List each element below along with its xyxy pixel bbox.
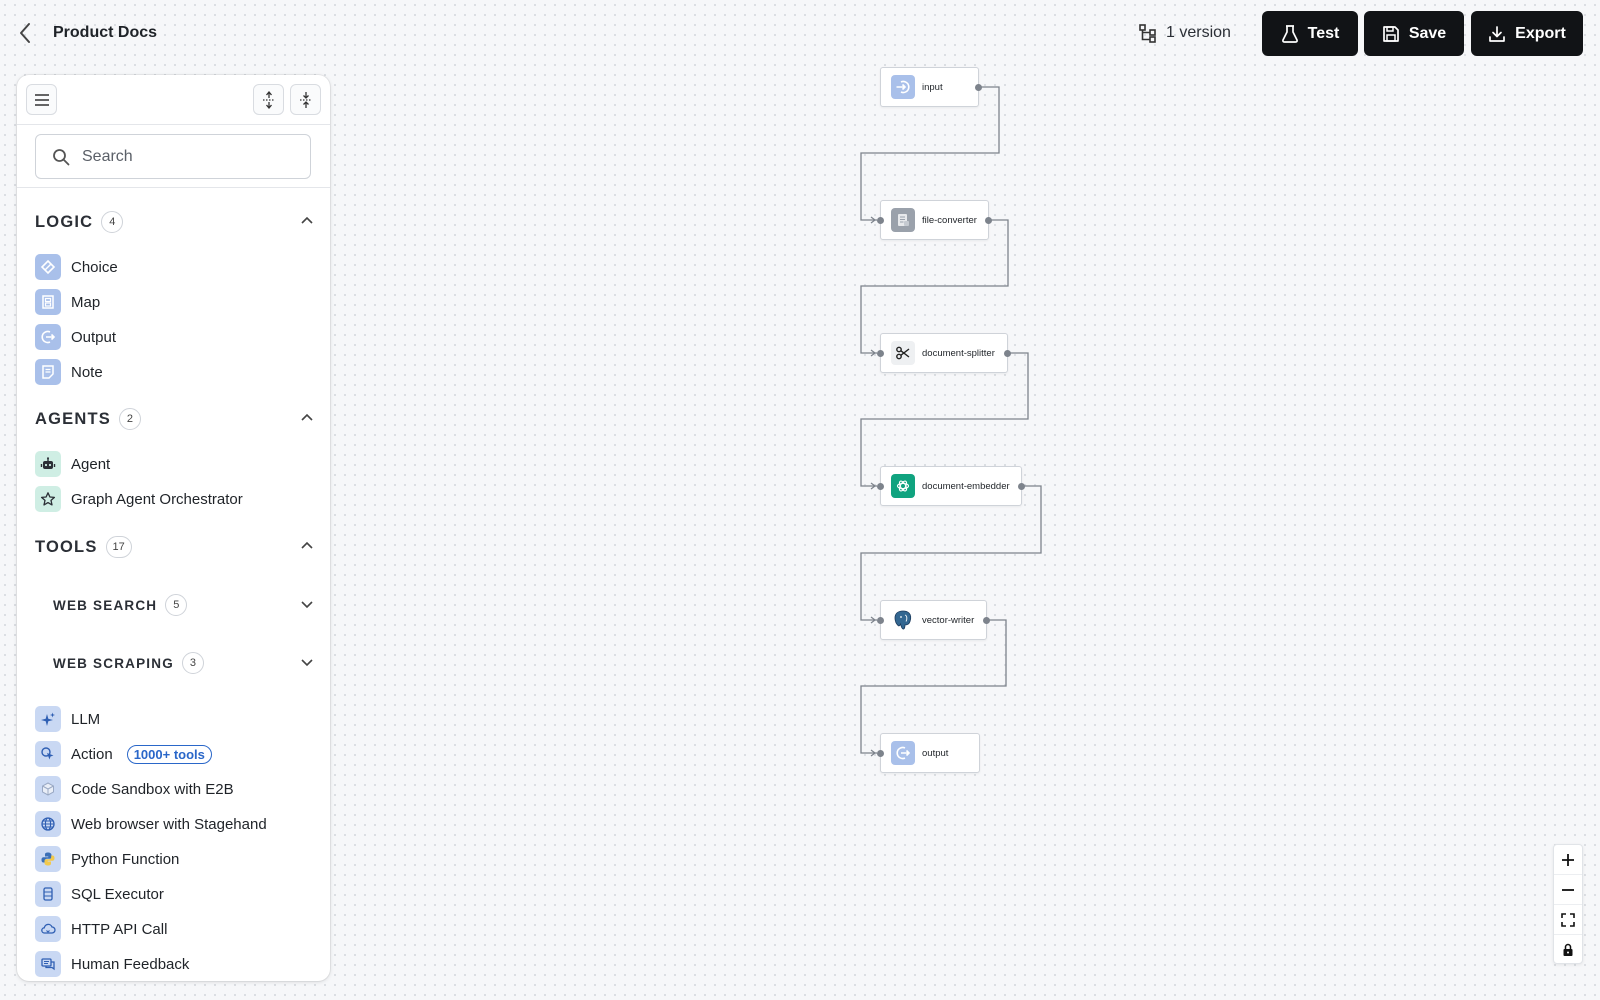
fit-view-button[interactable] (1554, 905, 1582, 935)
cursor-click-icon (35, 741, 61, 767)
version-button[interactable]: 1 version (1138, 20, 1231, 46)
sidebar-item-choice[interactable]: Choice (35, 253, 315, 281)
menu-button[interactable] (26, 84, 57, 115)
sidebar-item-python-function[interactable]: Python Function (35, 845, 315, 873)
input-port[interactable] (877, 217, 884, 224)
page-title: Product Docs (53, 24, 158, 41)
count-badge: 4 (101, 211, 124, 233)
node-document-splitter[interactable]: document-splitter (877, 333, 1011, 373)
scissors-icon (891, 341, 915, 365)
zoom-controls (1553, 844, 1583, 964)
version-label: 1 version (1166, 24, 1231, 41)
sidebar-item-map[interactable]: Map (35, 288, 315, 316)
choice-icon (35, 254, 61, 280)
input-port[interactable] (877, 617, 884, 624)
sidebar-item-sql-executor[interactable]: SQL Executor (35, 880, 315, 908)
chevron-up-icon (301, 413, 313, 421)
input-port[interactable] (877, 750, 884, 757)
count-badge: 2 (118, 408, 141, 430)
section-agents-header[interactable]: AGENTS 2 (35, 407, 315, 431)
sidebar-item-code-sandbox[interactable]: Code Sandbox with E2B (35, 775, 315, 803)
sidebar-item-http-api-call[interactable]: HTTP API Call (35, 915, 315, 943)
chevron-down-icon (301, 601, 313, 609)
subsection-web-scraping-header[interactable]: WEB SCRAPING 3 (53, 651, 315, 675)
openai-icon (891, 474, 915, 498)
flask-icon (1281, 24, 1298, 43)
sidebar-item-web-browser[interactable]: Web browser with Stagehand (35, 810, 315, 838)
file-convert-icon (891, 208, 915, 232)
output-port[interactable] (985, 217, 992, 224)
chevron-up-icon (301, 216, 313, 224)
robot-icon (35, 451, 61, 477)
tools-count-badge: 1000+ tools (126, 744, 212, 764)
output-icon (35, 324, 61, 350)
chevron-left-icon (20, 23, 30, 43)
cloud-icon (35, 916, 61, 942)
plus-icon (1562, 853, 1574, 866)
collapse-vertical-icon (299, 91, 312, 108)
sidebar-item-action[interactable]: Action 1000+ tools (35, 740, 315, 768)
export-button[interactable]: Export (1471, 11, 1583, 56)
map-icon (35, 289, 61, 315)
version-tree-icon (1139, 24, 1156, 43)
sparkle-icon (35, 706, 61, 732)
section-logic-header[interactable]: LOGIC 4 (35, 210, 315, 234)
python-icon (35, 846, 61, 872)
test-button[interactable]: Test (1262, 11, 1358, 56)
node-input[interactable]: input (880, 67, 982, 107)
count-badge: 5 (165, 594, 188, 616)
component-sidebar: LOGIC 4 Choice Map Output Note AGENTS 2 (17, 75, 330, 981)
postgres-icon (891, 608, 915, 632)
input-icon (891, 75, 915, 99)
node-vector-writer[interactable]: vector-writer (877, 600, 990, 640)
output-port[interactable] (983, 617, 990, 624)
node-file-converter[interactable]: file-converter (877, 200, 992, 240)
node-output[interactable]: output (877, 733, 980, 773)
input-port[interactable] (877, 350, 884, 357)
floppy-icon (1382, 25, 1399, 42)
cube-icon (35, 776, 61, 802)
output-icon (891, 741, 915, 765)
chevron-down-icon (301, 659, 313, 667)
collapse-all-button[interactable] (290, 84, 321, 115)
sidebar-item-agent[interactable]: Agent (35, 450, 315, 478)
sidebar-item-llm[interactable]: LLM (35, 705, 315, 733)
search-input[interactable] (82, 147, 282, 166)
database-icon (35, 881, 61, 907)
back-button[interactable] (14, 20, 36, 46)
count-badge: 3 (181, 652, 204, 674)
globe-icon (35, 811, 61, 837)
output-port[interactable] (975, 84, 982, 91)
input-port[interactable] (877, 483, 884, 490)
chat-icon (35, 951, 61, 977)
expand-vertical-icon (262, 90, 275, 109)
minus-icon (1562, 888, 1574, 891)
top-bar: Product Docs 1 version Test Save Export (0, 0, 1600, 66)
search-box[interactable] (35, 134, 311, 179)
zoom-in-button[interactable] (1554, 845, 1582, 875)
node-document-embedder[interactable]: document-embedder (877, 466, 1025, 506)
output-port[interactable] (1004, 350, 1011, 357)
hamburger-icon (34, 93, 49, 106)
chevron-up-icon (301, 541, 313, 549)
sidebar-item-human-feedback[interactable]: Human Feedback (35, 950, 315, 978)
note-icon (35, 359, 61, 385)
lock-button[interactable] (1554, 935, 1582, 965)
sidebar-toolbar (17, 75, 330, 125)
fullscreen-icon (1561, 912, 1575, 927)
lock-icon (1563, 943, 1573, 956)
output-port[interactable] (1018, 483, 1025, 490)
save-button[interactable]: Save (1364, 11, 1464, 56)
count-badge: 17 (105, 536, 132, 558)
search-icon (53, 148, 70, 165)
sidebar-item-output[interactable]: Output (35, 323, 315, 351)
expand-all-button[interactable] (253, 84, 284, 115)
sidebar-item-graph-agent-orchestrator[interactable]: Graph Agent Orchestrator (35, 485, 315, 513)
star-icon (35, 486, 61, 512)
section-tools-header[interactable]: TOOLS 17 (35, 535, 315, 559)
subsection-web-search-header[interactable]: WEB SEARCH 5 (53, 593, 315, 617)
download-icon (1489, 25, 1506, 42)
sidebar-item-note[interactable]: Note (35, 358, 315, 386)
zoom-out-button[interactable] (1554, 875, 1582, 905)
